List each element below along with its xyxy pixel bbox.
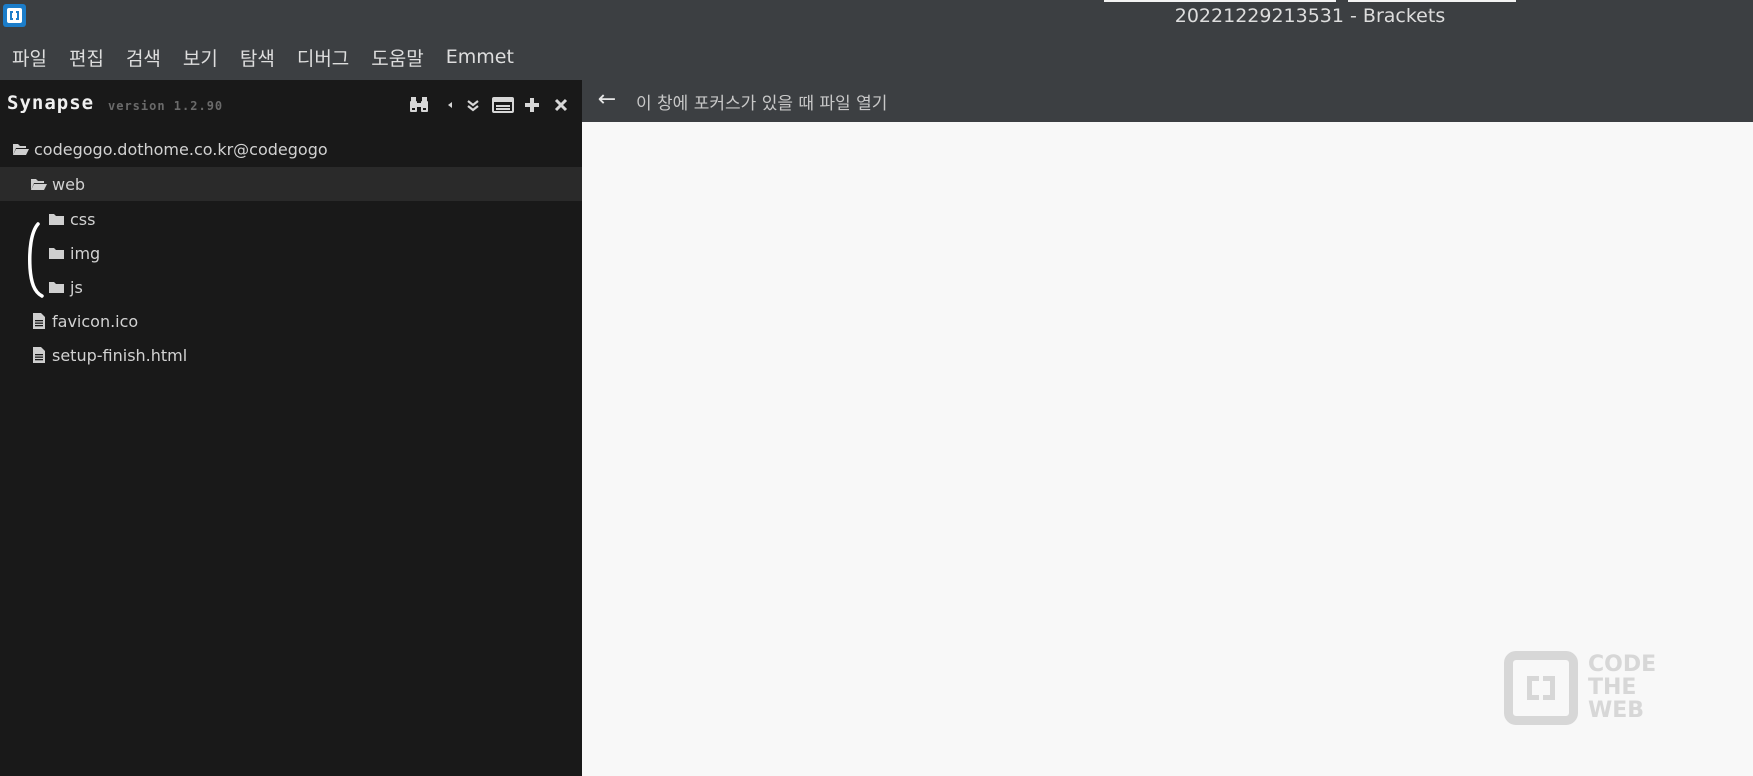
menu-edit[interactable]: 편집 <box>69 44 104 71</box>
tree-item-label: codegogo.dothome.co.kr@codegogo <box>34 139 328 159</box>
window-title: 20221229213531 - Brackets <box>1174 5 1446 27</box>
tree-item-root[interactable]: codegogo.dothome.co.kr@codegogo <box>0 132 582 166</box>
binoculars-icon[interactable] <box>408 94 432 116</box>
menu-help[interactable]: 도움말 <box>371 44 423 71</box>
watermark-line-3: WEB <box>1588 698 1645 723</box>
panel-icon[interactable] <box>491 94 515 116</box>
open-files-hint: 이 창에 포커스가 있을 때 파일 열기 <box>636 94 888 114</box>
tree-item-js[interactable]: js <box>0 270 582 304</box>
brackets-window: 20221229213531 - Brackets 파일 편집 검색 보기 탐색… <box>0 0 1753 776</box>
sidebar-title: Synapse <box>7 92 95 114</box>
tree-item-css[interactable]: css <box>0 202 582 236</box>
tree-item-label: css <box>70 209 96 229</box>
back-arrow-button[interactable]: ← <box>592 86 622 114</box>
menu-bar: 파일 편집 검색 보기 탐색 디버그 도움말 Emmet <box>0 34 1753 80</box>
folder-icon <box>48 279 66 295</box>
double-chevron-down-icon[interactable] <box>462 94 484 116</box>
folder-icon <box>48 211 66 227</box>
tree-item-setup-finish[interactable]: setup-finish.html <box>0 338 582 372</box>
tree-item-label: web <box>52 174 86 194</box>
tree-item-web[interactable]: web <box>0 167 582 201</box>
folder-icon <box>48 245 66 261</box>
file-icon <box>30 347 48 363</box>
sidebar-version: version 1.2.90 <box>108 99 224 113</box>
sidebar-header: Synapse version 1.2.90 <box>0 80 582 130</box>
tree-item-label: img <box>70 243 101 263</box>
title-bar: 20221229213531 - Brackets <box>0 0 1753 34</box>
close-icon[interactable] <box>550 94 572 116</box>
menu-find[interactable]: 검색 <box>126 44 161 71</box>
menu-debug[interactable]: 디버그 <box>297 44 349 71</box>
brackets-logo-icon <box>1504 651 1578 725</box>
title-highlight-right <box>1348 0 1516 2</box>
tree-item-favicon[interactable]: favicon.ico <box>0 304 582 338</box>
menu-navigate[interactable]: 탐색 <box>240 44 275 71</box>
code-the-web-watermark: CODE THE WEB <box>1504 651 1684 727</box>
chevron-left-icon[interactable] <box>443 94 457 116</box>
menu-file[interactable]: 파일 <box>12 44 47 71</box>
folder-open-icon <box>30 176 48 192</box>
tree-item-img[interactable]: img <box>0 236 582 270</box>
tree-item-label: favicon.ico <box>52 311 139 331</box>
menu-emmet[interactable]: Emmet <box>446 46 514 68</box>
hand-drawn-bracket-annotation <box>28 222 44 298</box>
synapse-sidebar: Synapse version 1.2.90 codegogo.dothome.… <box>0 80 582 776</box>
watermark-line-1: CODE <box>1588 652 1657 677</box>
menu-view[interactable]: 보기 <box>183 44 218 71</box>
folder-open-icon <box>12 141 30 157</box>
brackets-app-icon[interactable] <box>3 4 26 27</box>
editor-area[interactable]: ← 이 창에 포커스가 있을 때 파일 열기 CODE THE WEB <box>582 80 1753 776</box>
watermark-text: CODE THE WEB <box>1588 653 1656 722</box>
watermark-line-2: THE <box>1588 675 1637 700</box>
file-icon <box>30 313 48 329</box>
editor-info-bar: ← 이 창에 포커스가 있을 때 파일 열기 <box>582 80 1753 122</box>
title-highlight-left <box>1104 0 1336 2</box>
tree-item-label: js <box>70 277 83 297</box>
tree-item-label: setup-finish.html <box>52 345 188 365</box>
plus-icon[interactable] <box>521 94 543 116</box>
